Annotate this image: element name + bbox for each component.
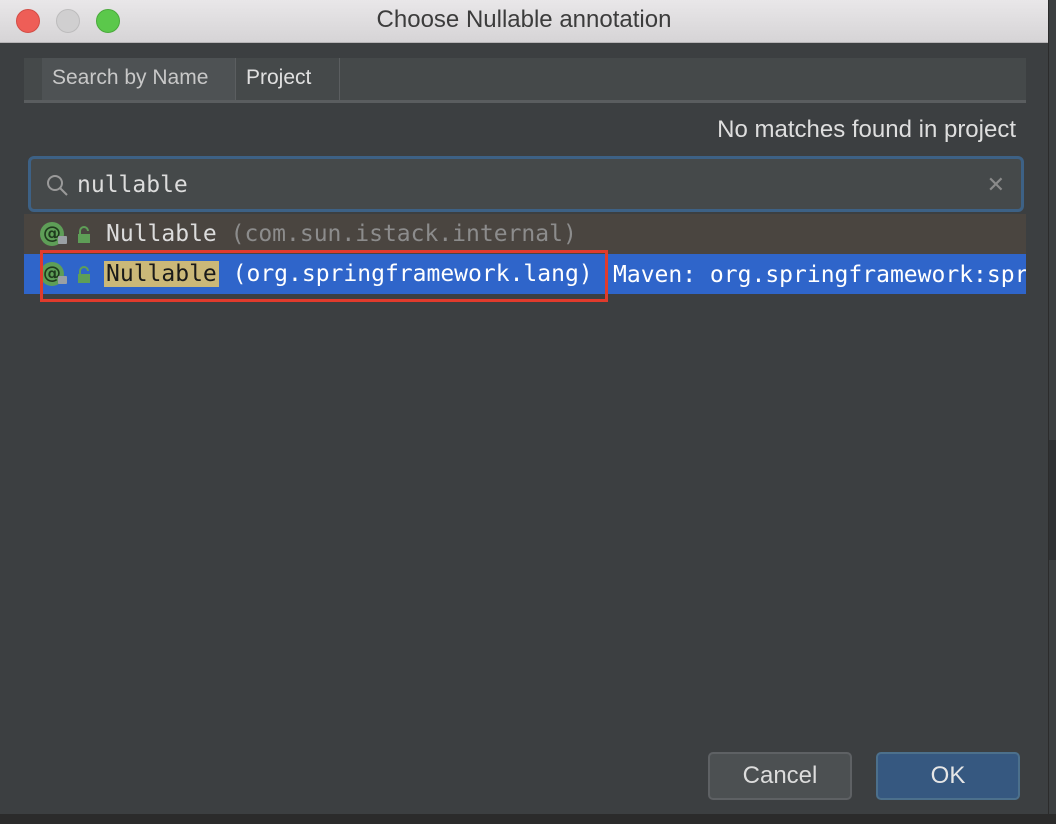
tab-project[interactable]: Project	[236, 58, 340, 100]
search-field[interactable]: ✕	[28, 156, 1024, 212]
result-package: (com.sun.istack.internal)	[216, 221, 577, 247]
result-name: Nullable	[106, 221, 217, 247]
search-icon	[47, 175, 68, 196]
list-item[interactable]: @ Nullable (com.sun.istack.internal)	[24, 214, 1026, 254]
background-window	[0, 814, 1056, 824]
lock-icon	[58, 236, 67, 244]
title-bar: Choose Nullable annotation	[0, 0, 1048, 43]
status-message: No matches found in project	[717, 116, 1016, 143]
dialog-window: Choose Nullable annotation Search by Nam…	[0, 0, 1049, 814]
result-location: Maven: org.springframework:spring-core	[613, 262, 1026, 288]
result-text: Nullable (com.sun.istack.internal)	[106, 214, 577, 254]
background-window-edge	[1048, 440, 1056, 560]
tab-bar: Search by Name Project	[24, 58, 1026, 103]
search-input[interactable]	[75, 167, 979, 203]
cancel-button[interactable]: Cancel	[708, 752, 852, 800]
window-title: Choose Nullable annotation	[376, 6, 672, 33]
clear-icon[interactable]: ✕	[987, 173, 1005, 197]
public-access-icon	[78, 226, 90, 243]
ok-button[interactable]: OK	[876, 752, 1020, 800]
tab-search-by-name[interactable]: Search by Name	[42, 58, 236, 100]
highlight-annotation-box	[40, 250, 608, 302]
